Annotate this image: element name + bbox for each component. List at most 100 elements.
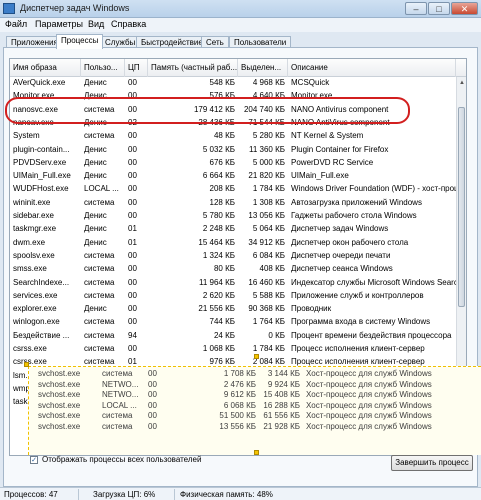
cell-memory: 15 464 КБ <box>198 237 235 247</box>
cell-user: Денис <box>84 237 107 247</box>
cell-cpu: 00 <box>128 344 137 353</box>
cell-memory: 1 068 КБ <box>202 344 235 353</box>
minimize-button[interactable]: – <box>405 2 427 15</box>
cell-description: Автозагрузка приложений Windows <box>291 197 422 207</box>
cell-description: Plugin Container for Firefox <box>291 144 389 154</box>
end-process-button[interactable]: Завершить процесс <box>391 455 473 471</box>
cell-description: NANO AntiVirus component <box>291 117 390 127</box>
cell-description: UIMain_Full.exe <box>291 171 349 181</box>
tab-strip: Приложения Процессы Службы Быстродействи… <box>0 32 481 49</box>
cell-cpu: 02 <box>128 117 137 127</box>
cell-image-name: smss.exe <box>13 264 47 274</box>
cell-description: Windows Driver Foundation (WDF) - хост-п… <box>291 184 456 194</box>
table-row[interactable]: dwm.exe Денис 01 15 464 КБ 34 912 КБ Диспетче… <box>10 238 456 249</box>
cell-cpu: 00 <box>128 250 137 260</box>
table-row[interactable]: svchost.exe NETWO... 00 2 476 КБ 9 924 КБ Хос… <box>29 380 475 391</box>
table-row[interactable]: services.exe система 00 2 620 КБ 5 588 КБ При… <box>10 291 456 302</box>
table-row[interactable]: AVerQuick.exe Денис 00 548 КБ 4 968 КБ MCSQui… <box>10 78 456 89</box>
cell-cpu: 00 <box>148 400 157 410</box>
selection-handle[interactable] <box>24 362 29 367</box>
cell-memory: 548 КБ <box>209 78 235 87</box>
column-commit[interactable]: Выделен... <box>238 59 288 77</box>
cell-memory: 576 КБ <box>209 91 235 101</box>
scroll-up-arrow[interactable]: ▲ <box>457 78 466 88</box>
table-row[interactable]: svchost.exe система 00 51 500 КБ 61 556 КБ Хо… <box>29 411 475 422</box>
cell-description: Диспетчер окон рабочего стола <box>291 237 409 247</box>
table-row[interactable]: spoolsv.exe система 00 1 324 КБ 6 084 КБ Дисп… <box>10 251 456 262</box>
column-description[interactable]: Описание <box>288 59 456 77</box>
menu-help[interactable]: Справка <box>111 19 146 29</box>
table-row[interactable]: svchost.exe NETWO... 00 9 612 КБ 15 408 КБ Хо… <box>29 390 475 401</box>
menu-options[interactable]: Параметры <box>35 19 83 29</box>
cell-commit: 71 544 КБ <box>248 117 285 127</box>
cell-user: система <box>102 369 133 378</box>
column-cpu[interactable]: ЦП <box>125 59 148 77</box>
table-row[interactable]: svchost.exe LOCAL ... 00 6 068 КБ 16 288 КБ Х… <box>29 401 475 412</box>
table-row[interactable]: plugin-contain... Денис 00 5 032 КБ 11 360 К… <box>10 145 456 156</box>
cell-commit: 15 408 КБ <box>263 390 300 399</box>
close-button[interactable]: ✕ <box>451 2 478 15</box>
cell-cpu: 00 <box>148 369 157 378</box>
table-row[interactable]: explorer.exe Денис 00 21 556 КБ 90 368 КБ Про… <box>10 304 456 315</box>
cell-description: Приложение служб и контроллеров <box>291 290 424 300</box>
column-user[interactable]: Пользо... <box>81 59 125 77</box>
table-row[interactable]: winlogon.exe система 00 744 КБ 1 764 КБ Прогр… <box>10 317 456 328</box>
table-row[interactable]: System система 00 48 КБ 5 280 КБ NT Kernel & … <box>10 131 456 142</box>
table-row[interactable]: PDVDServ.exe Денис 00 676 КБ 5 000 КБ PowerDV… <box>10 158 456 169</box>
cell-user: система <box>84 131 115 141</box>
table-row[interactable]: svchost.exe система 00 13 556 КБ 21 928 КБ Хо… <box>29 422 475 433</box>
cell-commit: 3 144 КБ <box>267 369 300 378</box>
cell-cpu: 00 <box>148 379 157 389</box>
table-row[interactable]: nanoav.exe Денис 02 28 436 КБ 71 544 КБ NANO … <box>10 118 456 129</box>
cell-image-name: plugin-contain... <box>13 144 70 154</box>
table-row[interactable]: Monitor.exe Денис 00 576 КБ 4 640 КБ Monitor.… <box>10 91 456 102</box>
table-row[interactable]: WUDFHost.exe LOCAL ... 00 208 КБ 1 784 КБ Win… <box>10 184 456 195</box>
cell-cpu: 00 <box>148 421 157 431</box>
cell-user: Денис <box>84 171 107 181</box>
table-row[interactable]: smss.exe система 00 80 КБ 408 КБ Диспетчер се… <box>10 264 456 275</box>
tab-processes[interactable]: Процессы <box>56 34 104 49</box>
status-cpu-usage: Загрузка ЦП: 6% <box>93 490 156 499</box>
column-image-name[interactable]: Имя образа <box>10 59 81 77</box>
table-row[interactable]: Бездействие ... система 94 24 КБ 0 КБ Процент… <box>10 331 456 342</box>
status-process-count: Процессов: 47 <box>4 490 58 499</box>
cell-commit: 5 000 КБ <box>252 157 285 167</box>
cell-image-name: svchost.exe <box>38 379 81 389</box>
cell-image-name: sidebar.exe <box>13 211 54 220</box>
maximize-button[interactable]: □ <box>428 2 450 15</box>
table-row[interactable]: SearchIndexe... система 00 11 964 КБ 16 460 … <box>10 278 456 289</box>
cell-description: Диспетчер задач Windows <box>291 224 389 234</box>
selection-handle[interactable] <box>254 450 259 455</box>
menu-view[interactable]: Вид <box>88 19 104 29</box>
column-memory[interactable]: Память (частный раб... <box>148 59 238 77</box>
cell-image-name: Бездействие ... <box>13 330 70 340</box>
cell-user: система <box>102 421 133 431</box>
table-row[interactable]: wininit.exe система 00 128 КБ 1 308 КБ Автоза… <box>10 198 456 209</box>
cell-description: Monitor.exe <box>291 91 333 101</box>
cell-description: Хост-процесс для служб Windows <box>306 400 432 410</box>
cell-commit: 1 764 КБ <box>252 317 285 327</box>
table-row[interactable]: sidebar.exe Денис 00 5 780 КБ 13 056 КБ Гадже… <box>10 211 456 222</box>
cell-commit: 16 288 КБ <box>263 400 300 410</box>
cell-user: Денис <box>84 91 107 101</box>
table-row[interactable]: svchost.exe система 00 1 708 КБ 3 144 КБ Хост… <box>29 369 475 380</box>
table-row[interactable]: csrss.exe система 00 1 068 КБ 1 784 КБ Процес… <box>10 344 456 355</box>
cell-commit: 408 КБ <box>259 264 285 274</box>
cell-cpu: 00 <box>128 131 137 141</box>
table-row[interactable]: nanosvc.exe система 00 179 412 КБ 204 740 КБ… <box>10 105 456 116</box>
scrollbar-thumb[interactable] <box>458 107 465 307</box>
cell-commit: 1 784 КБ <box>252 184 285 194</box>
cell-description: NT Kernel & System <box>291 131 364 141</box>
cell-commit: 21 928 КБ <box>263 421 300 431</box>
table-row[interactable]: UIMain_Full.exe Денис 00 6 664 КБ 21 820 КБ U… <box>10 171 456 182</box>
table-row[interactable]: taskmgr.exe Денис 01 2 248 КБ 5 064 КБ Диспет… <box>10 224 456 235</box>
cell-user: LOCAL ... <box>84 184 119 194</box>
show-all-users-checkbox[interactable]: ✓ <box>30 456 38 464</box>
cell-description: Диспетчер сеанса Windows <box>291 264 393 274</box>
menu-file[interactable]: Файл <box>5 19 27 29</box>
cell-memory: 48 КБ <box>213 131 235 141</box>
cell-memory: 208 КБ <box>209 184 235 194</box>
table-header: Имя образа Пользо... ЦП Память (частный … <box>10 59 466 77</box>
selection-handle[interactable] <box>254 354 259 359</box>
cell-commit: 5 064 КБ <box>252 224 285 234</box>
